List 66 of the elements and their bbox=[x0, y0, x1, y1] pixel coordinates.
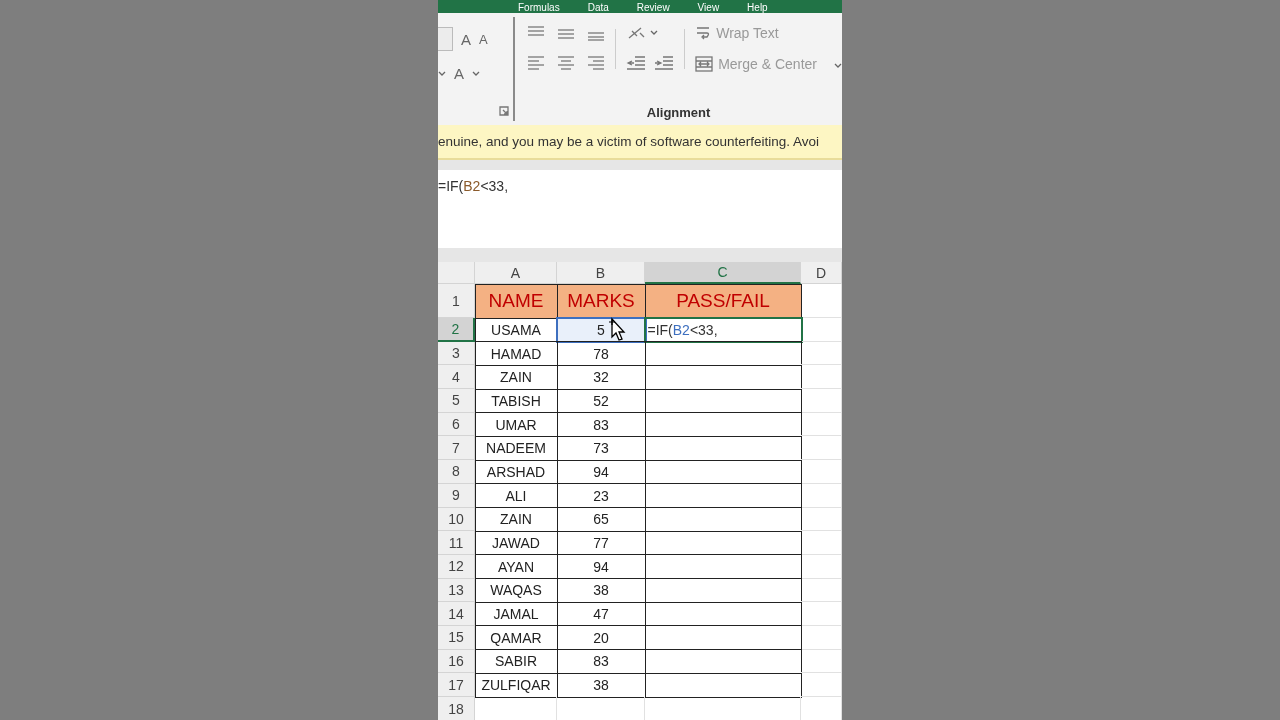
ribbon-tab[interactable]: Data bbox=[587, 2, 609, 13]
mouse-pointer-icon bbox=[606, 317, 626, 341]
empty-cell bbox=[801, 578, 842, 603]
empty-cell bbox=[801, 436, 842, 461]
row-header[interactable]: 2 bbox=[438, 318, 475, 342]
row-header[interactable]: 12 bbox=[438, 554, 475, 579]
caret-icon[interactable] bbox=[472, 70, 480, 77]
warning-message: enuine, and you may be a victim of software counterfeiting. Avoi bbox=[438, 133, 820, 151]
align-left-icon[interactable] bbox=[527, 55, 546, 71]
caret-icon[interactable] bbox=[650, 30, 659, 36]
caret-icon[interactable] bbox=[438, 70, 446, 77]
header-cell: NAME bbox=[474, 283, 558, 319]
row-header[interactable]: 10 bbox=[438, 507, 475, 532]
column-header[interactable]: A bbox=[475, 262, 557, 284]
align-right-icon[interactable] bbox=[587, 55, 606, 71]
row-header[interactable]: 6 bbox=[438, 412, 475, 437]
wrap-text-icon[interactable] bbox=[695, 25, 712, 41]
empty-cell bbox=[801, 460, 842, 484]
row-header[interactable]: 8 bbox=[438, 460, 475, 484]
formula-cell[interactable]: =IF(B2<33, bbox=[644, 317, 802, 343]
empty-cell bbox=[801, 318, 842, 342]
empty-cell bbox=[801, 507, 842, 532]
column-header[interactable]: C bbox=[645, 262, 801, 284]
row-header[interactable]: 16 bbox=[438, 649, 475, 674]
row-header[interactable]: 15 bbox=[438, 625, 475, 650]
empty-cell bbox=[801, 649, 842, 674]
column-header[interactable]: D bbox=[801, 262, 842, 284]
empty-cell bbox=[801, 673, 842, 697]
increase-font-button[interactable]: A bbox=[461, 30, 471, 48]
empty-cell bbox=[801, 389, 842, 413]
row-header[interactable]: 13 bbox=[438, 578, 475, 603]
row-header[interactable]: 1 bbox=[438, 284, 475, 318]
row-header[interactable]: 11 bbox=[438, 531, 475, 555]
merge-center-icon[interactable] bbox=[695, 56, 714, 72]
column-header[interactable]: B bbox=[557, 262, 645, 284]
ribbon-tab[interactable]: Formulas bbox=[518, 2, 560, 13]
align-center-icon[interactable] bbox=[557, 55, 576, 71]
empty-cell bbox=[801, 602, 842, 626]
empty-cell bbox=[801, 531, 842, 555]
empty-cell bbox=[801, 554, 842, 579]
decrease-font-button[interactable]: A bbox=[479, 31, 488, 47]
row-header[interactable]: 9 bbox=[438, 483, 475, 508]
row-header[interactable]: 3 bbox=[438, 341, 475, 366]
ribbon-tab[interactable]: Review bbox=[636, 2, 670, 13]
name-cell: HAMAD bbox=[474, 341, 558, 366]
increase-indent-icon[interactable] bbox=[654, 55, 675, 71]
dialog-launcher-icon[interactable] bbox=[499, 106, 510, 116]
group-label: Alignment bbox=[645, 105, 712, 120]
row-header[interactable]: 4 bbox=[438, 365, 475, 390]
empty-cell bbox=[801, 412, 842, 437]
row-header[interactable]: 17 bbox=[438, 673, 475, 697]
ribbon-tab[interactable]: Help bbox=[747, 2, 768, 13]
ribbon-tab[interactable]: View bbox=[697, 2, 720, 13]
decrease-indent-icon[interactable] bbox=[626, 55, 647, 71]
row-header[interactable]: 14 bbox=[438, 602, 475, 626]
row-header[interactable]: 5 bbox=[438, 389, 475, 413]
row-header[interactable]: 7 bbox=[438, 436, 475, 461]
empty-cell bbox=[801, 365, 842, 390]
font-color-button[interactable]: A bbox=[454, 65, 464, 82]
name-cell: ZULFIQAR bbox=[474, 672, 558, 698]
row-header[interactable]: 18 bbox=[438, 697, 475, 720]
formula-bar[interactable]: =IF(B2<33, bbox=[438, 170, 842, 248]
empty-cell bbox=[801, 483, 842, 508]
caret-icon[interactable] bbox=[834, 63, 842, 69]
empty-cell bbox=[801, 625, 842, 650]
empty-cell bbox=[801, 341, 842, 366]
